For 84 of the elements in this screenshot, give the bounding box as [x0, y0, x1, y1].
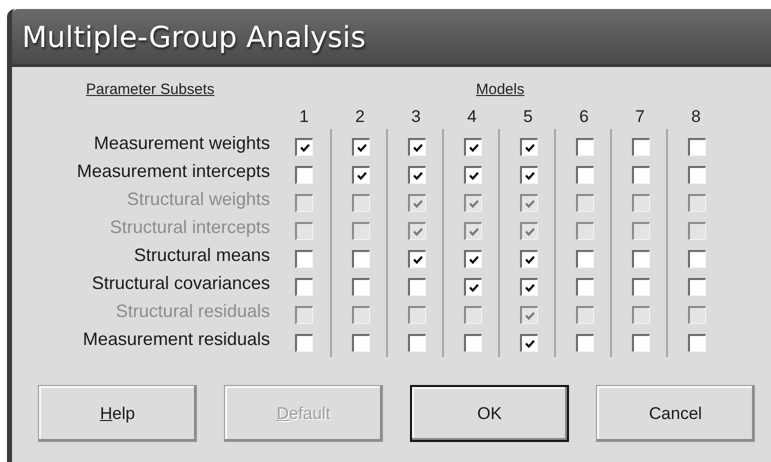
- checkbox[interactable]: [576, 166, 594, 184]
- checkbox[interactable]: [464, 138, 482, 156]
- checkbox[interactable]: [352, 334, 370, 352]
- check-icon: [524, 310, 536, 322]
- checkbox[interactable]: [688, 250, 706, 268]
- checkbox[interactable]: [352, 138, 370, 156]
- checkbox[interactable]: [688, 278, 706, 296]
- checkbox[interactable]: [408, 250, 426, 268]
- checkbox[interactable]: [632, 138, 650, 156]
- model-number: 5: [523, 107, 533, 127]
- checkbox[interactable]: [408, 334, 426, 352]
- checkbox[interactable]: [576, 334, 594, 352]
- column-heading: Parameter Subsets: [86, 81, 214, 98]
- check-icon: [412, 170, 424, 182]
- checkbox[interactable]: [632, 166, 650, 184]
- checkbox[interactable]: [464, 334, 482, 352]
- checkbox[interactable]: [352, 278, 370, 296]
- checkbox[interactable]: [408, 166, 426, 184]
- check-icon: [468, 254, 480, 266]
- checkbox[interactable]: [352, 250, 370, 268]
- parameter-label: Structural means: [134, 244, 270, 266]
- check-icon: [468, 282, 480, 294]
- dialog-button[interactable]: Help: [38, 385, 197, 442]
- model-number: 3: [411, 107, 421, 127]
- parameter-label: Structural intercepts: [110, 216, 270, 238]
- check-icon: [468, 198, 480, 210]
- model-number: 2: [355, 107, 365, 127]
- checkbox[interactable]: [295, 334, 313, 352]
- model-number: 8: [691, 107, 701, 127]
- parameter-label: Measurement residuals: [82, 328, 270, 350]
- checkbox[interactable]: [352, 166, 370, 184]
- checkbox[interactable]: [464, 166, 482, 184]
- check-icon: [524, 142, 536, 154]
- check-icon: [356, 170, 368, 182]
- model-number: 6: [579, 107, 589, 127]
- parameter-label: Structural residuals: [116, 300, 270, 322]
- window-title: Multiple-Group Analysis: [22, 20, 366, 54]
- checkbox[interactable]: [408, 278, 426, 296]
- checkbox[interactable]: [408, 138, 426, 156]
- checkbox[interactable]: [464, 250, 482, 268]
- check-icon: [356, 142, 368, 154]
- check-icon: [524, 226, 536, 238]
- check-icon: [468, 142, 480, 154]
- checkbox[interactable]: [576, 278, 594, 296]
- checkbox[interactable]: [520, 334, 538, 352]
- parameter-label: Structural weights: [126, 188, 270, 210]
- checkbox[interactable]: [576, 250, 594, 268]
- checkbox[interactable]: [295, 166, 313, 184]
- check-icon: [412, 198, 424, 210]
- checkbox[interactable]: [520, 138, 538, 156]
- check-icon: [524, 198, 536, 210]
- checkbox[interactable]: [632, 250, 650, 268]
- checkbox[interactable]: [295, 138, 313, 156]
- parameter-label: Measurement weights: [94, 132, 270, 154]
- check-icon: [468, 226, 480, 238]
- model-number: 4: [467, 107, 477, 127]
- column-heading: Models: [476, 81, 524, 98]
- checkbox[interactable]: [520, 250, 538, 268]
- check-icon: [412, 142, 424, 154]
- model-number: 1: [299, 107, 309, 127]
- checkbox[interactable]: [632, 334, 650, 352]
- check-icon: [298, 142, 310, 154]
- checkbox[interactable]: [632, 278, 650, 296]
- checkbox[interactable]: [576, 138, 594, 156]
- parameter-label: Structural covariances: [92, 272, 270, 294]
- checkbox[interactable]: [688, 166, 706, 184]
- model-number: 7: [635, 107, 645, 127]
- checkbox[interactable]: [295, 250, 313, 268]
- checkbox[interactable]: [520, 278, 538, 296]
- check-icon: [524, 254, 536, 266]
- checkbox[interactable]: [688, 138, 706, 156]
- check-icon: [524, 338, 536, 350]
- check-icon: [524, 170, 536, 182]
- checkbox[interactable]: [295, 278, 313, 296]
- dialog-button[interactable]: Cancel: [596, 385, 755, 442]
- checkbox[interactable]: [520, 166, 538, 184]
- check-icon: [468, 170, 480, 182]
- check-icon: [412, 226, 424, 238]
- checkbox[interactable]: [464, 278, 482, 296]
- dialog-button[interactable]: OK: [410, 385, 569, 442]
- parameter-label: Measurement intercepts: [76, 160, 270, 182]
- checkbox[interactable]: [688, 334, 706, 352]
- check-icon: [412, 254, 424, 266]
- check-icon: [524, 282, 536, 294]
